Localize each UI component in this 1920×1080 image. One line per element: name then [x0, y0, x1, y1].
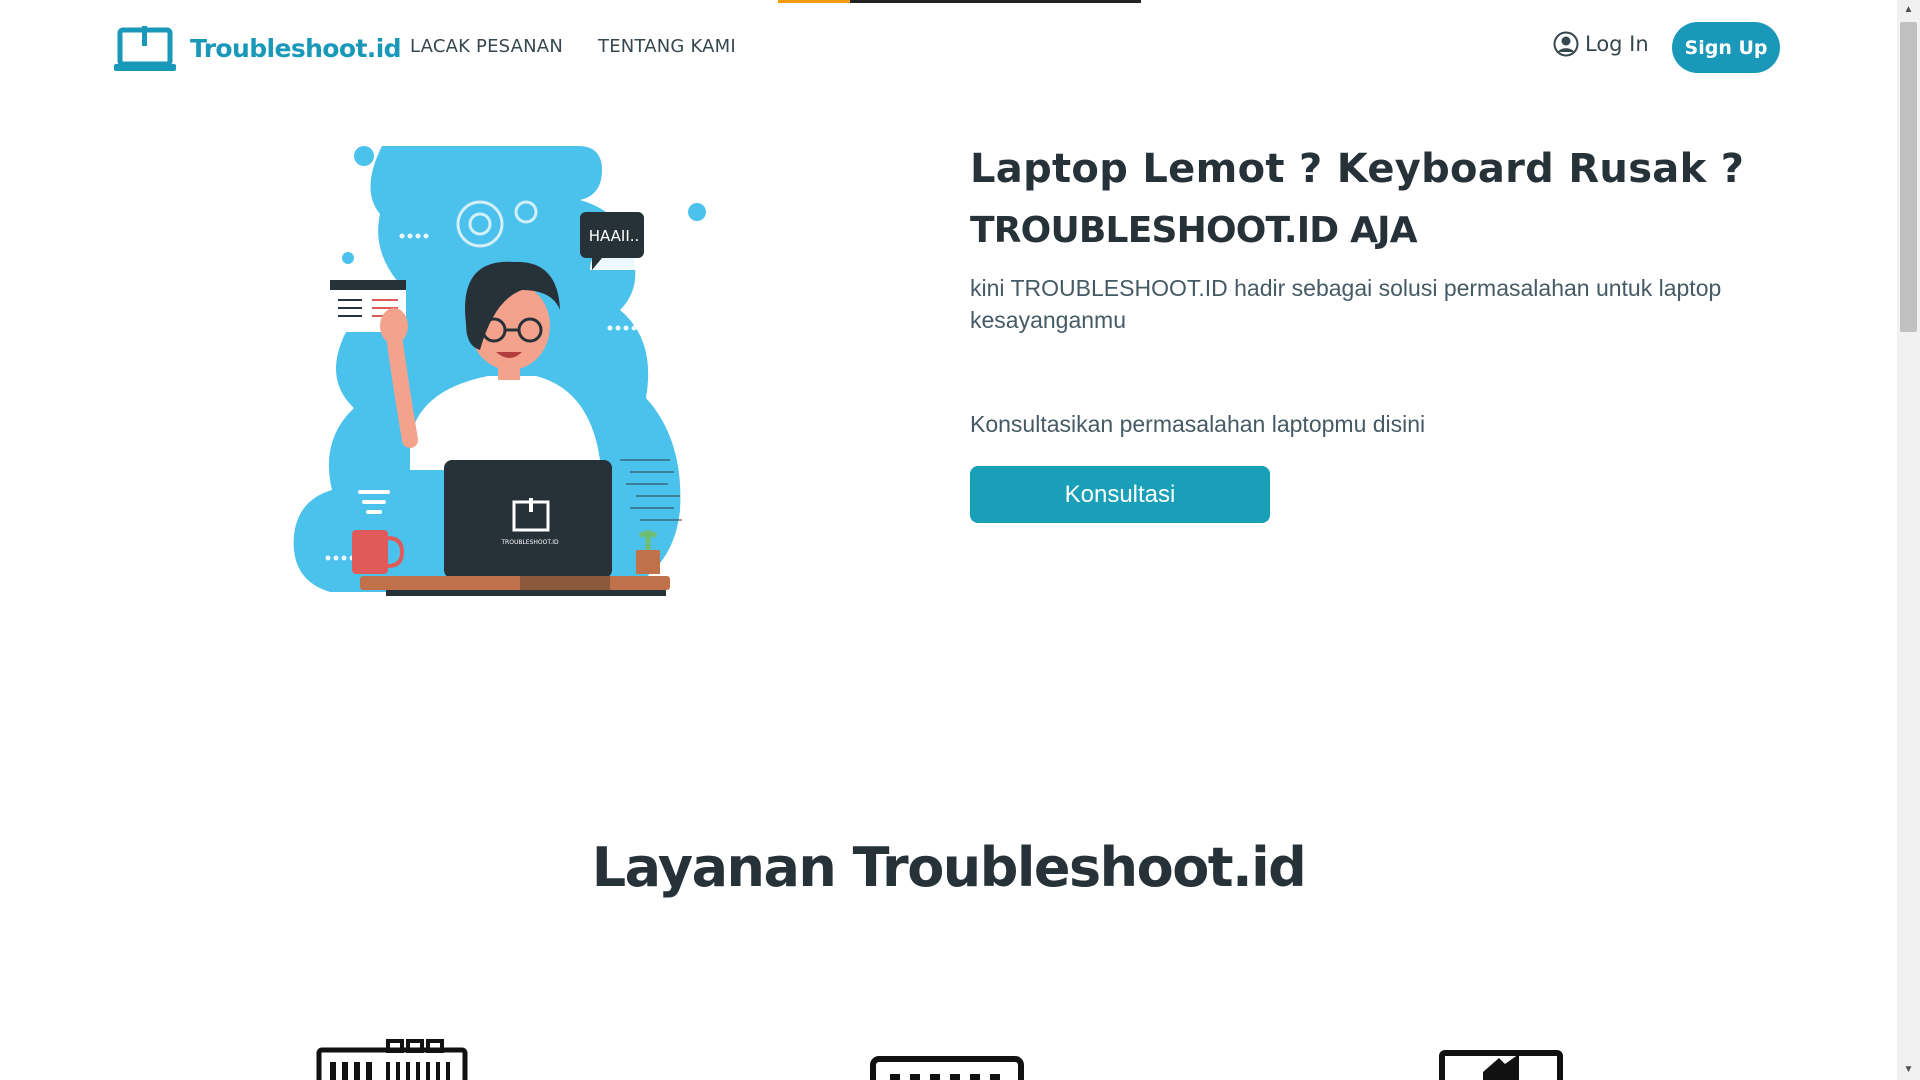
konsultasi-button[interactable]: Konsultasi: [970, 466, 1270, 523]
keyboard-icon: [316, 1039, 468, 1080]
login-label: Log In: [1585, 32, 1649, 56]
scrollbar-thumb[interactable]: [1900, 22, 1917, 332]
user-circle-icon: [1553, 31, 1579, 57]
login-link[interactable]: Log In: [1553, 31, 1649, 57]
scroll-down-arrow-icon[interactable]: ▼: [1897, 1060, 1920, 1080]
scroll-up-arrow-icon[interactable]: ▲: [1897, 0, 1920, 20]
services-title: Layanan Troubleshoot.id: [591, 836, 1307, 899]
signup-button[interactable]: Sign Up: [1672, 22, 1780, 73]
brand-logo-link[interactable]: Troubleshoot.id: [114, 24, 402, 72]
hero-title: Laptop Lemot ? Keyboard Rusak ?: [970, 146, 1745, 192]
laptop-screen-text: TROUBLESHOOT.ID: [500, 539, 559, 546]
laptop-logo-icon: [114, 26, 176, 71]
hero-illustration: HAAII.. TROUBLESHOOT.ID: [293, 146, 706, 596]
navbar: Troubleshoot.id LACAK PESANAN TENTANG KA…: [0, 0, 1897, 96]
hero-subtitle: TROUBLESHOOT.ID AJA: [970, 210, 1418, 251]
vertical-scrollbar[interactable]: ▲ ▼: [1897, 0, 1920, 1080]
screen-icon: [870, 1056, 1024, 1080]
brand-name: Troubleshoot.id: [190, 33, 402, 63]
nav-tentang-kami[interactable]: TENTANG KAMI: [598, 36, 736, 57]
nav-lacak-pesanan[interactable]: LACAK PESANAN: [410, 36, 563, 57]
speech-bubble-text: HAAII..: [589, 227, 640, 245]
display-icon: [1439, 1050, 1563, 1080]
hero-cta-text: Konsultasikan permasalahan laptopmu disi…: [970, 411, 1426, 437]
hero-description: kini TROUBLESHOOT.ID hadir sebagai solus…: [970, 275, 1722, 333]
